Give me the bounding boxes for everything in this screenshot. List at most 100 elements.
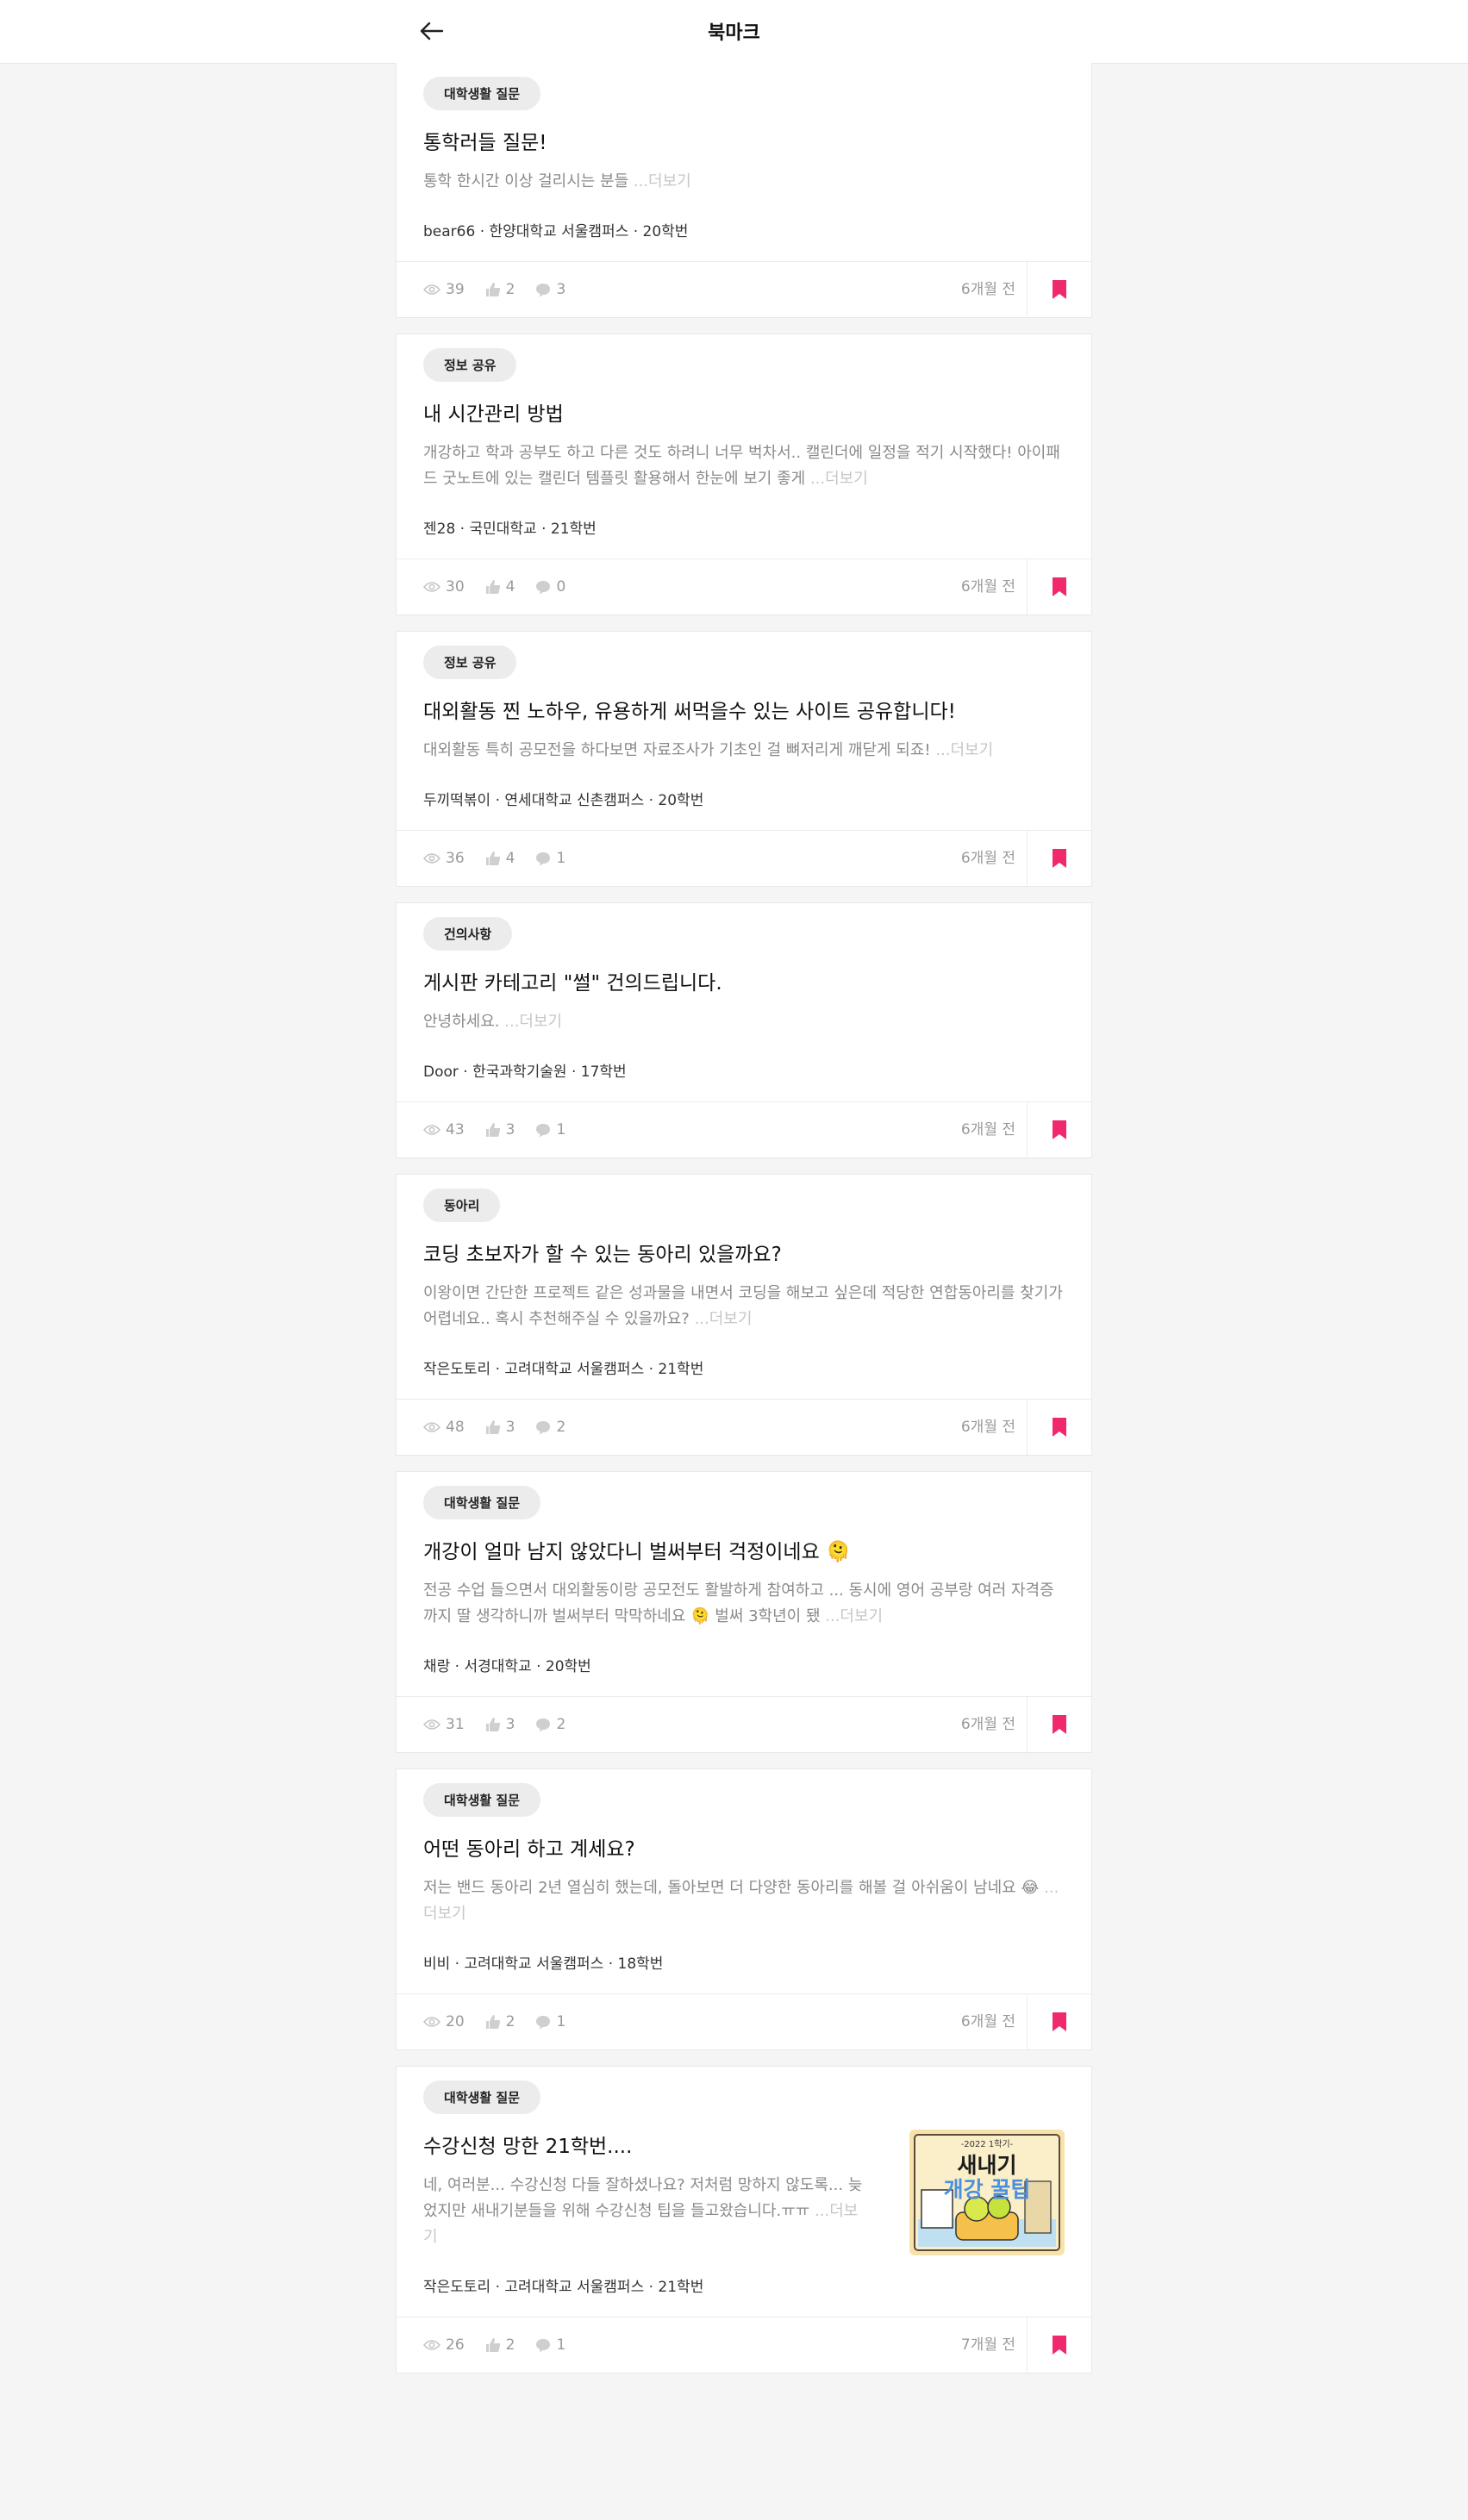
eye-icon — [423, 2017, 440, 2027]
bookmark-button[interactable] — [1027, 1400, 1091, 1455]
post-card[interactable]: 대학생활 질문 어떤 동아리 하고 계세요? 저는 밴드 동아리 2년 열심히 … — [396, 1768, 1092, 2050]
post-card[interactable]: 대학생활 질문 수강신청 망한 21학번.... 네, 여러분... 수강신청 … — [396, 2066, 1092, 2373]
post-time: 6개월 전 — [960, 1419, 1015, 1436]
post-body[interactable]: 정보 공유 대외활동 찐 노하우, 유용하게 써먹을수 있는 사이트 공유합니다… — [397, 632, 1091, 830]
comments-stat: 0 — [535, 578, 565, 596]
bookmark-button[interactable] — [1027, 2317, 1091, 2373]
post-title[interactable]: 통학러들 질문! — [423, 129, 1065, 157]
post-excerpt: 저는 밴드 동아리 2년 열심히 했는데, 돌아보면 더 다양한 동아리를 해볼… — [423, 1875, 1065, 1927]
excerpt-text: 전공 수업 들으면서 대외활동이랑 공모전도 활발하게 참여하고 ... 동시에… — [423, 1581, 1054, 1625]
comment-icon — [536, 1420, 551, 1434]
views-count: 26 — [446, 2336, 465, 2354]
more-link[interactable]: ...더보기 — [634, 172, 691, 190]
more-link[interactable]: ...더보기 — [825, 1607, 883, 1625]
bookmark-button[interactable] — [1027, 1102, 1091, 1157]
post-body[interactable]: 동아리 코딩 초보자가 할 수 있는 동아리 있을까요? 이왕이면 간단한 프로… — [397, 1175, 1091, 1399]
post-body[interactable]: 대학생활 질문 개강이 얼마 남지 않았다니 벌써부터 걱정이네요 🫠 전공 수… — [397, 1472, 1091, 1696]
post-card[interactable]: 동아리 코딩 초보자가 할 수 있는 동아리 있을까요? 이왕이면 간단한 프로… — [396, 1174, 1092, 1456]
author-info: 두끼떡볶이 · 연세대학교 신촌캠퍼스 · 20학번 — [423, 792, 704, 809]
bookmark-button[interactable] — [1027, 559, 1091, 614]
more-link[interactable]: ...더보기 — [935, 741, 993, 759]
views-stat: 39 — [423, 281, 465, 298]
comment-icon — [536, 1123, 551, 1137]
bookmark-button[interactable] — [1027, 262, 1091, 317]
post-thumbnail[interactable]: -2022 1학기- 새내기 개강 꿀팁 — [909, 2130, 1065, 2255]
post-card[interactable]: 건의사항 게시판 카테고리 "썰" 건의드립니다. 안녕하세요. ...더보기 … — [396, 902, 1092, 1158]
post-time: 6개월 전 — [960, 1716, 1015, 1733]
bookmark-button[interactable] — [1027, 831, 1091, 886]
page-title: 북마크 — [708, 22, 760, 44]
thumbs-up-icon — [485, 580, 500, 594]
post-card[interactable]: 정보 공유 내 시간관리 방법 개강하고 학과 공부도 하고 다른 것도 하려니… — [396, 334, 1092, 615]
bookmark-button[interactable] — [1027, 1994, 1091, 2049]
comments-stat: 2 — [535, 1419, 565, 1436]
eye-icon — [423, 853, 440, 864]
category-badge: 정보 공유 — [423, 646, 517, 679]
excerpt-text: 통학 한시간 이상 걸리시는 분들 — [423, 172, 634, 190]
post-body[interactable]: 대학생활 질문 통학러들 질문! 통학 한시간 이상 걸리시는 분들 ...더보… — [397, 63, 1091, 261]
thumbs-up-icon — [485, 851, 500, 865]
post-body[interactable]: 대학생활 질문 수강신청 망한 21학번.... 네, 여러분... 수강신청 … — [397, 2067, 1091, 2317]
author-info: 비비 · 고려대학교 서울캠퍼스 · 18학번 — [423, 1955, 664, 1973]
bookmark-button[interactable] — [1027, 1697, 1091, 1752]
likes-stat: 2 — [485, 2336, 515, 2354]
post-excerpt: 대외활동 특히 공모전을 하다보면 자료조사가 기초인 걸 뼈저리게 깨닫게 되… — [423, 738, 1065, 764]
thumbs-up-icon — [485, 2015, 500, 2029]
views-stat: 43 — [423, 1121, 465, 1138]
post-body[interactable]: 정보 공유 내 시간관리 방법 개강하고 학과 공부도 하고 다른 것도 하려니… — [397, 334, 1091, 558]
post-footer: 43 3 1 6개월 전 — [397, 1101, 1091, 1157]
author-info: 작은도토리 · 고려대학교 서울캠퍼스 · 21학번 — [423, 2279, 704, 2296]
author-info: bear66 · 한양대학교 서울캠퍼스 · 20학번 — [423, 223, 689, 240]
bookmark-icon — [1053, 280, 1066, 299]
post-title[interactable]: 코딩 초보자가 할 수 있는 동아리 있을까요? — [423, 1241, 1065, 1269]
views-stat: 26 — [423, 2336, 465, 2354]
post-footer: 39 2 3 6개월 전 — [397, 261, 1091, 317]
more-link[interactable]: ...더보기 — [810, 470, 868, 488]
bookmark-icon — [1053, 1715, 1066, 1734]
excerpt-text: 대외활동 특히 공모전을 하다보면 자료조사가 기초인 걸 뼈저리게 깨닫게 되… — [423, 741, 936, 759]
post-card[interactable]: 대학생활 질문 통학러들 질문! 통학 한시간 이상 걸리시는 분들 ...더보… — [396, 63, 1092, 318]
category-badge: 건의사항 — [423, 917, 513, 951]
views-count: 31 — [446, 1716, 465, 1733]
views-stat: 36 — [423, 850, 465, 867]
comments-count: 1 — [556, 1121, 566, 1138]
post-title[interactable]: 수강신청 망한 21학번.... — [423, 2133, 863, 2161]
views-count: 36 — [446, 850, 465, 867]
category-badge: 대학생활 질문 — [423, 1783, 541, 1817]
views-stat: 30 — [423, 578, 465, 596]
comment-icon — [536, 1718, 551, 1731]
comment-icon — [536, 2338, 551, 2352]
comments-stat: 1 — [535, 2336, 565, 2354]
post-title[interactable]: 내 시간관리 방법 — [423, 401, 1065, 428]
thumbs-up-icon — [485, 1123, 500, 1137]
more-link[interactable]: ...더보기 — [695, 1310, 753, 1328]
comments-count: 1 — [556, 850, 566, 867]
eye-icon — [423, 2340, 440, 2350]
more-link[interactable]: ...더보기 — [504, 1013, 562, 1031]
views-stat: 48 — [423, 1419, 465, 1436]
post-title[interactable]: 어떤 동아리 하고 계세요? — [423, 1836, 1065, 1863]
likes-stat: 4 — [485, 850, 515, 867]
views-count: 20 — [446, 2013, 465, 2030]
post-footer: 30 4 0 6개월 전 — [397, 558, 1091, 614]
post-card[interactable]: 대학생활 질문 개강이 얼마 남지 않았다니 벌써부터 걱정이네요 🫠 전공 수… — [396, 1471, 1092, 1753]
eye-icon — [423, 284, 440, 295]
views-count: 48 — [446, 1419, 465, 1436]
category-badge: 대학생활 질문 — [423, 2080, 541, 2114]
post-title[interactable]: 대외활동 찐 노하우, 유용하게 써먹을수 있는 사이트 공유합니다! — [423, 698, 1065, 726]
post-excerpt: 개강하고 학과 공부도 하고 다른 것도 하려니 너무 벅차서.. 캘린더에 일… — [423, 440, 1065, 492]
post-title[interactable]: 개강이 얼마 남지 않았다니 벌써부터 걱정이네요 🫠 — [423, 1538, 1065, 1566]
post-title[interactable]: 게시판 카테고리 "썰" 건의드립니다. — [423, 970, 1065, 997]
comments-stat: 3 — [535, 281, 565, 298]
post-footer: 26 2 1 7개월 전 — [397, 2317, 1091, 2373]
comments-count: 3 — [556, 281, 566, 298]
post-body[interactable]: 대학생활 질문 어떤 동아리 하고 계세요? 저는 밴드 동아리 2년 열심히 … — [397, 1769, 1091, 1993]
views-stat: 31 — [423, 1716, 465, 1733]
post-body[interactable]: 건의사항 게시판 카테고리 "썰" 건의드립니다. 안녕하세요. ...더보기 … — [397, 903, 1091, 1101]
post-excerpt: 안녕하세요. ...더보기 — [423, 1009, 1065, 1035]
bookmark-icon — [1053, 1418, 1066, 1437]
comment-icon — [536, 2015, 551, 2029]
thumbs-up-icon — [485, 2338, 500, 2352]
thumbs-up-icon — [485, 1718, 500, 1731]
post-card[interactable]: 정보 공유 대외활동 찐 노하우, 유용하게 써먹을수 있는 사이트 공유합니다… — [396, 631, 1092, 887]
